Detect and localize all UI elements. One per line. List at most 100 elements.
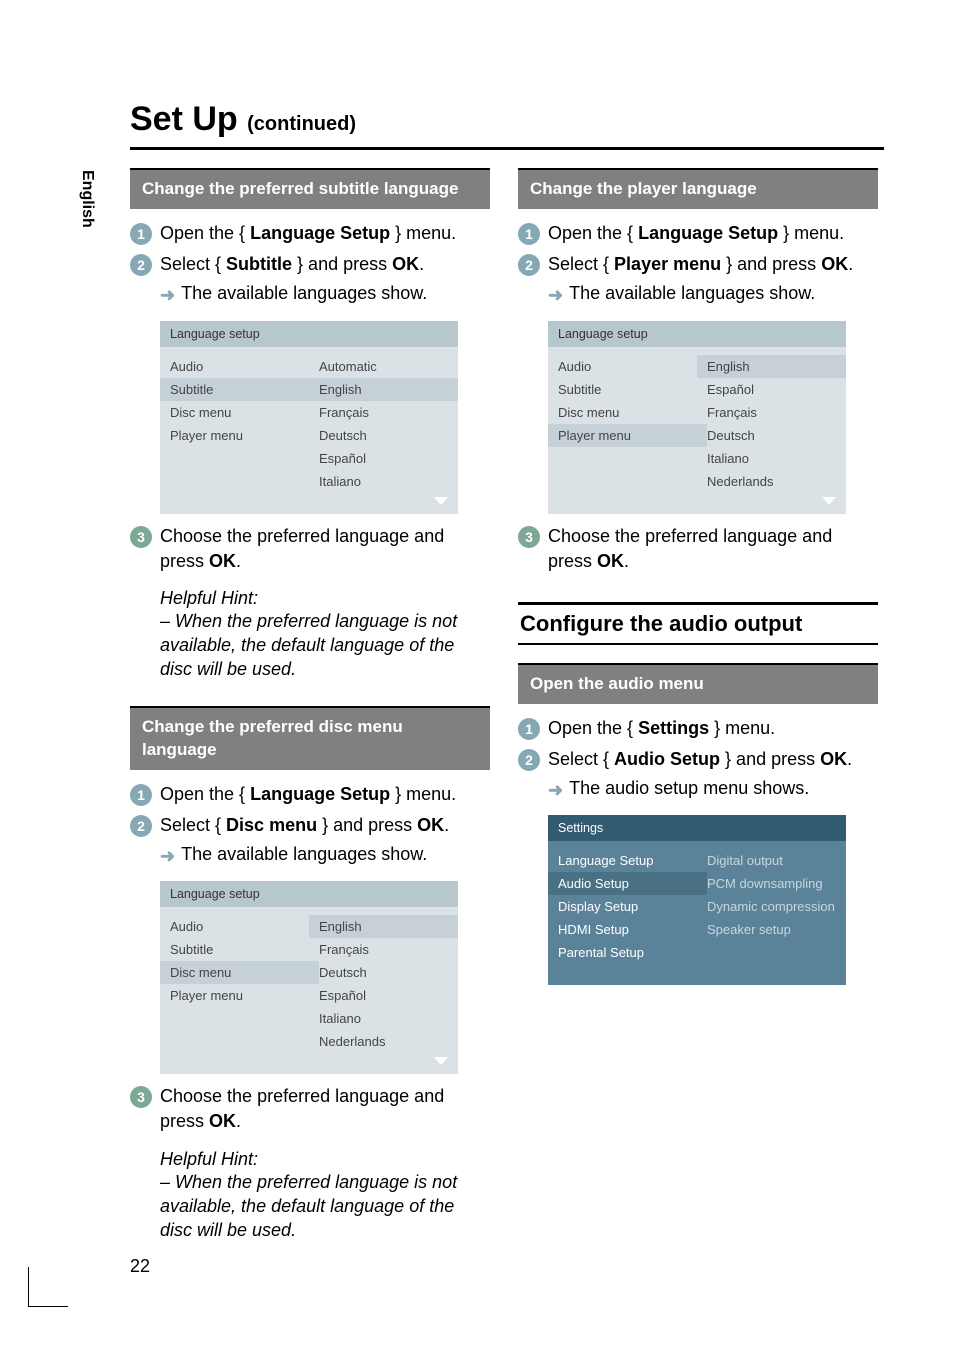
menu-item: HDMI Setup	[558, 918, 697, 941]
step-number-icon: 3	[518, 526, 540, 548]
title-divider	[130, 147, 884, 150]
menu-item: Italiano	[707, 447, 836, 470]
step-2: 2 Select { Disc menu } and press OK.	[130, 813, 490, 838]
menu-item: Parental Setup	[558, 941, 697, 964]
step-1: 1 Open the { Settings } menu.	[518, 716, 878, 741]
menu-item: Audio	[170, 915, 309, 938]
text: Open the {	[160, 784, 250, 804]
text: .	[444, 815, 449, 835]
chevron-down-icon	[434, 497, 448, 505]
menu-item-selected: Subtitle	[160, 378, 319, 401]
key-name: OK	[209, 551, 236, 571]
menu-name: Language Setup	[250, 223, 390, 243]
text: } menu.	[390, 784, 456, 804]
menu-screenshot-discmenu: Language setup Audio Subtitle Disc menu …	[160, 881, 458, 1074]
result-line: ➜ The available languages show.	[160, 283, 490, 308]
option-name: Subtitle	[226, 254, 292, 274]
result-line: ➜ The available languages show.	[160, 844, 490, 869]
menu-item: Audio	[558, 355, 697, 378]
text: Select {	[160, 815, 226, 835]
arrow-icon: ➜	[160, 844, 175, 869]
step-3: 3 Choose the preferred language and pres…	[130, 1084, 490, 1134]
key-name: OK	[392, 254, 419, 274]
menu-item-selected: Disc menu	[160, 961, 319, 984]
step-number-icon: 2	[518, 749, 540, 771]
arrow-icon: ➜	[548, 283, 563, 308]
menu-title: Language setup	[548, 321, 846, 347]
result-line: ➜ The available languages show.	[548, 283, 878, 308]
text: .	[847, 749, 852, 769]
option-name: Player menu	[614, 254, 721, 274]
menu-item: Disc menu	[558, 401, 697, 424]
step-number-icon: 2	[518, 254, 540, 276]
menu-item: Player menu	[170, 984, 309, 1007]
section-bar-open-audio-menu: Open the audio menu	[518, 663, 878, 704]
menu-item: Nederlands	[707, 470, 836, 493]
menu-item: Français	[319, 938, 448, 961]
menu-item: Deutsch	[319, 961, 448, 984]
step-number-icon: 3	[130, 1086, 152, 1108]
step-number-icon: 1	[130, 784, 152, 806]
page-number: 22	[130, 1256, 150, 1277]
text: Open the {	[160, 223, 250, 243]
text: The available languages show.	[569, 283, 815, 304]
menu-item-selected: English	[309, 915, 458, 938]
menu-item: PCM downsampling	[707, 872, 836, 895]
text: } menu.	[390, 223, 456, 243]
menu-item: Subtitle	[170, 938, 309, 961]
menu-item: Digital output	[707, 849, 836, 872]
chevron-down-icon	[434, 1057, 448, 1065]
menu-screenshot-playermenu: Language setup Audio Subtitle Disc menu …	[548, 321, 846, 514]
section-bar-disc-menu-language: Change the preferred disc menu language	[130, 706, 490, 770]
menu-item: Player menu	[170, 424, 309, 447]
text: .	[848, 254, 853, 274]
section-bar-player-language: Change the player language	[518, 168, 878, 209]
heading-configure-audio: Configure the audio output	[518, 602, 878, 645]
step-number-icon: 1	[130, 223, 152, 245]
menu-more-row	[548, 964, 846, 985]
language-tab: English	[78, 170, 96, 228]
text: } and press	[721, 254, 821, 274]
menu-item-selected: English	[697, 355, 846, 378]
option-name: Disc menu	[226, 815, 317, 835]
menu-item: Dynamic compression	[707, 895, 836, 918]
menu-item: Nederlands	[319, 1030, 448, 1053]
hint-body: – When the preferred language is not ava…	[160, 1170, 486, 1243]
menu-title: Settings	[548, 815, 846, 841]
text: Open the {	[548, 718, 638, 738]
text: } and press	[720, 749, 820, 769]
page-title: Set Up (continued)	[130, 100, 884, 139]
step-number-icon: 1	[518, 223, 540, 245]
crop-mark-icon	[28, 1267, 68, 1307]
step-2: 2 Select { Subtitle } and press OK.	[130, 252, 490, 277]
menu-item-selected: English	[309, 378, 458, 401]
key-name: OK	[821, 254, 848, 274]
text: Choose the preferred language and press	[160, 1086, 444, 1131]
text: .	[624, 551, 629, 571]
menu-name: Language Setup	[638, 223, 778, 243]
menu-item: Français	[707, 401, 836, 424]
text: The available languages show.	[181, 283, 427, 304]
menu-more-row	[548, 493, 846, 514]
step-number-icon: 2	[130, 254, 152, 276]
menu-name: Settings	[638, 718, 709, 738]
menu-screenshot-settings: Settings Language Setup Audio Setup Disp…	[548, 815, 846, 985]
text: Choose the preferred language and press	[548, 526, 832, 571]
step-1: 1 Open the { Language Setup } menu.	[130, 221, 490, 246]
menu-item: Automatic	[319, 355, 448, 378]
text: Open the {	[548, 223, 638, 243]
right-column: Change the player language 1 Open the { …	[518, 168, 878, 1242]
menu-item: Español	[319, 447, 448, 470]
text: Select {	[548, 749, 614, 769]
menu-more-row	[160, 1053, 458, 1074]
section-bar-subtitle-language: Change the preferred subtitle language	[130, 168, 490, 209]
menu-item: Language Setup	[558, 849, 697, 872]
text: The available languages show.	[181, 844, 427, 865]
text: .	[236, 551, 241, 571]
menu-item: Italiano	[319, 1007, 448, 1030]
text: .	[419, 254, 424, 274]
text: } and press	[317, 815, 417, 835]
menu-name: Language Setup	[250, 784, 390, 804]
left-column: Change the preferred subtitle language 1…	[130, 168, 490, 1242]
arrow-icon: ➜	[160, 283, 175, 308]
